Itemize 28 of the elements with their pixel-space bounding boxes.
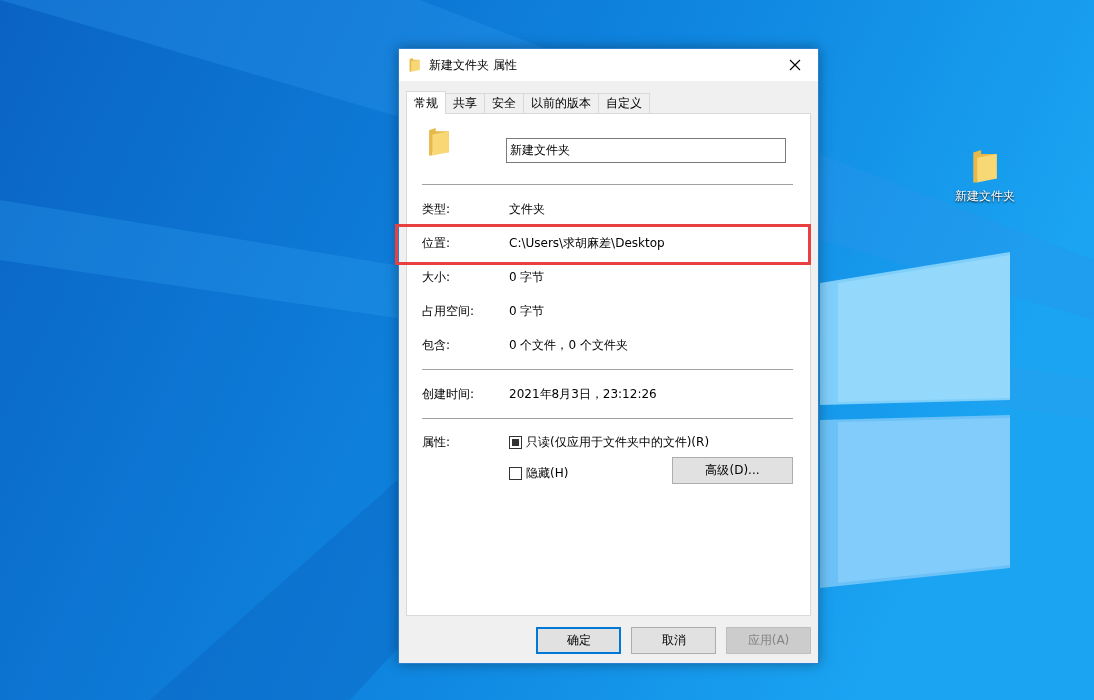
- tab[interactable]: 常规: [406, 91, 446, 114]
- property-label: 位置:: [422, 234, 452, 252]
- property-label: 创建时间:: [422, 385, 476, 403]
- property-value: 0 字节: [509, 302, 545, 320]
- checkbox[interactable]: [509, 467, 522, 480]
- property-label: 包含:: [422, 336, 452, 354]
- property-value: 0 字节: [509, 268, 545, 286]
- tab[interactable]: 自定义: [598, 93, 650, 113]
- advanced-button[interactable]: 高级(D)...: [672, 457, 793, 484]
- property-value: 2021年8月3日，23:12:26: [509, 385, 657, 403]
- property-label: 类型:: [422, 200, 452, 218]
- window-title: 新建文件夹 属性: [429, 56, 518, 74]
- name-field[interactable]: 新建文件夹: [506, 138, 786, 163]
- checkbox-label[interactable]: 只读(仅应用于文件夹中的文件)(R): [526, 434, 710, 451]
- folder-icon: [409, 57, 420, 73]
- property-value: 0 个文件，0 个文件夹: [509, 336, 628, 354]
- dialog-button[interactable]: 取消: [631, 627, 716, 654]
- property-label: 大小:: [422, 268, 452, 286]
- property-label: 属性:: [422, 434, 452, 451]
- property-value: C:\Users\求胡麻差\Desktop: [509, 234, 665, 252]
- folder-icon: [972, 150, 998, 184]
- property-value: 文件夹: [509, 200, 545, 218]
- property-label: 占用空间:: [422, 302, 476, 320]
- checkbox[interactable]: [509, 436, 522, 449]
- close-icon: [789, 59, 801, 71]
- checkbox-label[interactable]: 隐藏(H): [526, 465, 569, 482]
- dialog-button[interactable]: 确定: [536, 627, 621, 654]
- folder-icon: [428, 128, 450, 157]
